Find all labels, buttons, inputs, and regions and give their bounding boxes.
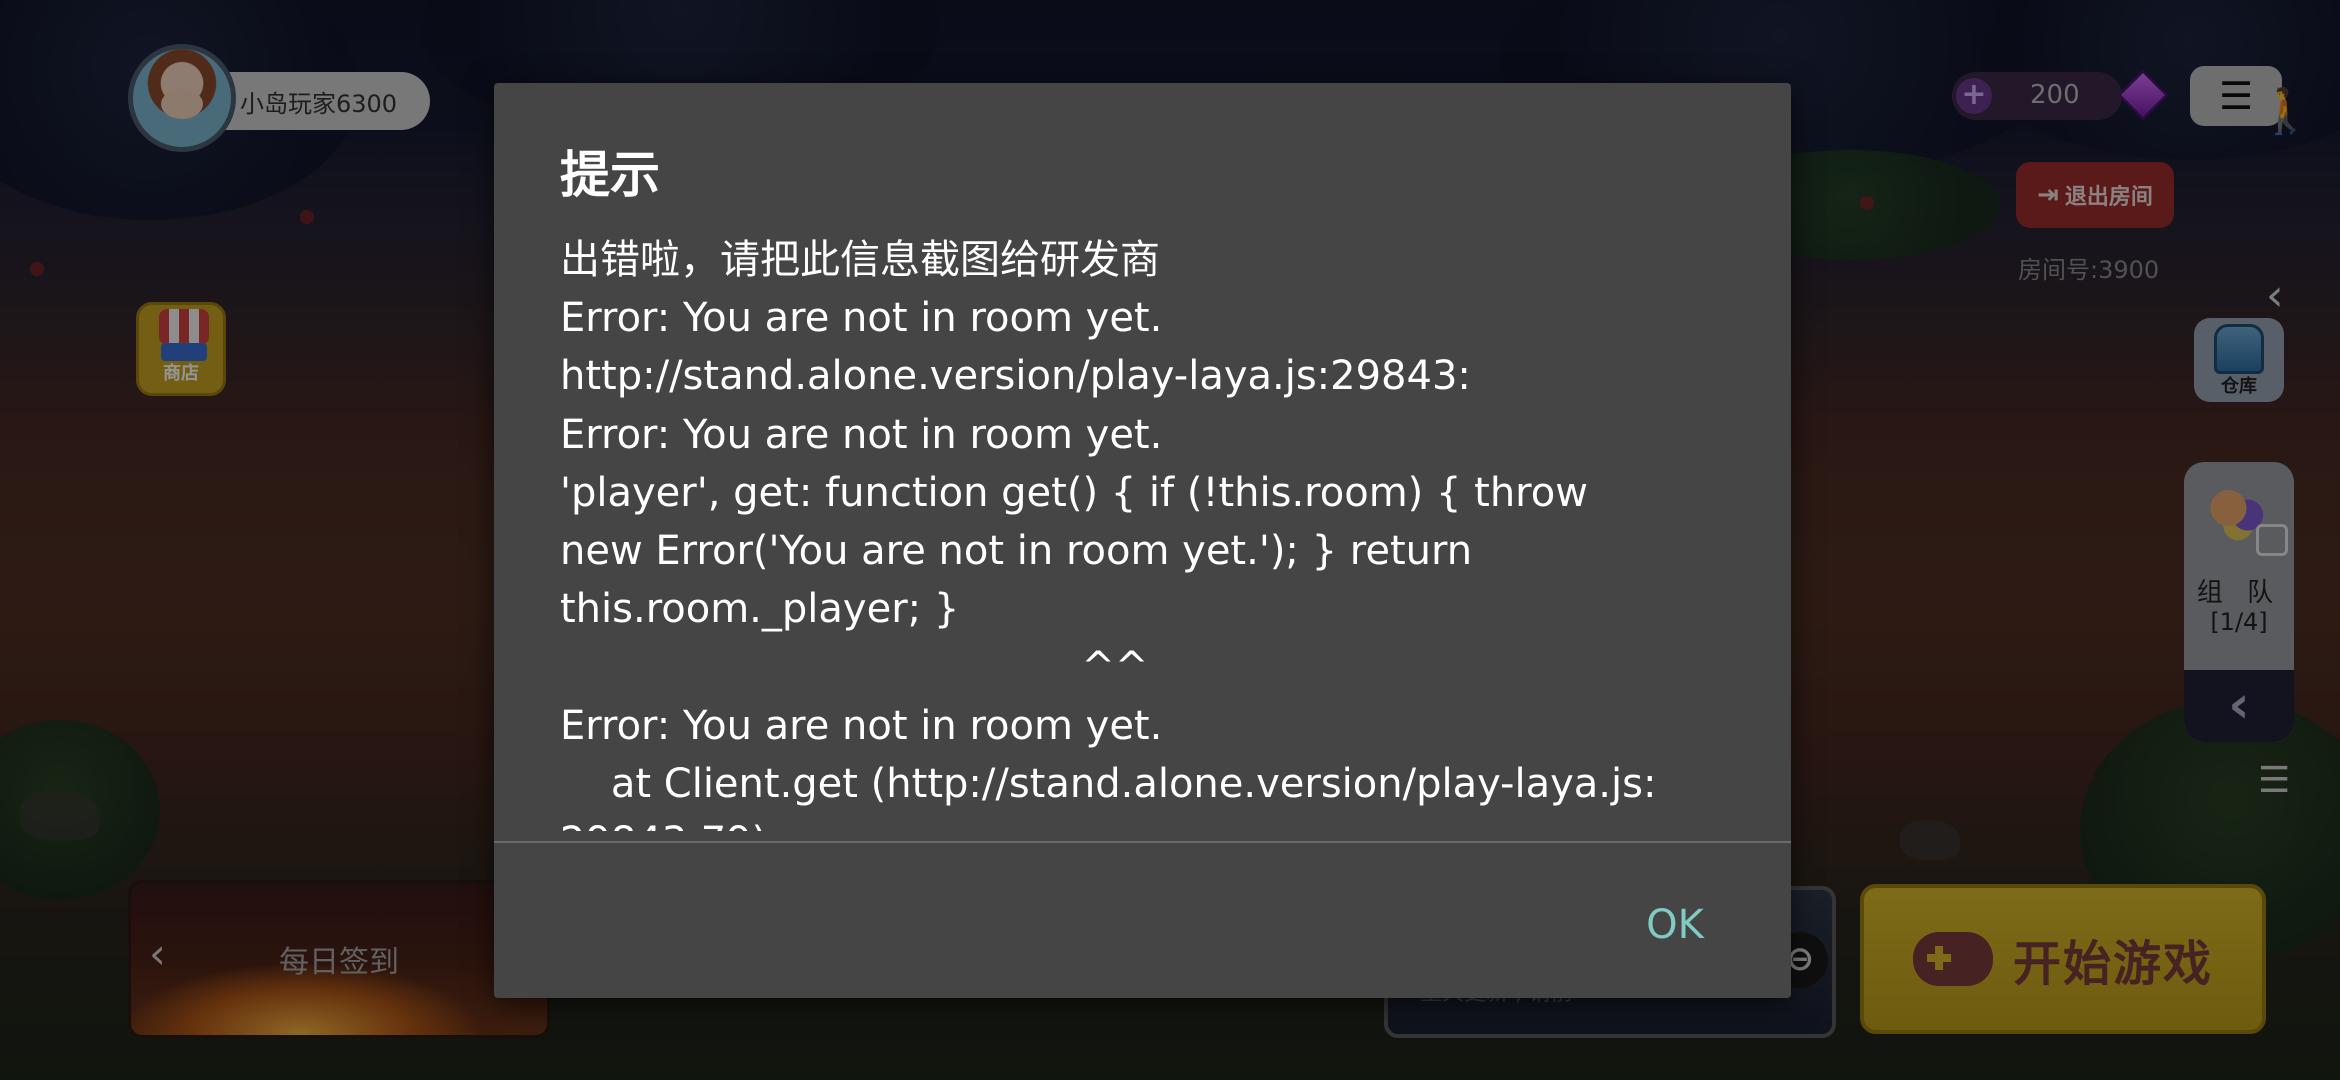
- dialog-message[interactable]: 出错啦，请把此信息截图给研发商 Error: You are not in ro…: [560, 231, 1740, 831]
- dialog-title: 提示: [560, 146, 660, 204]
- ok-button[interactable]: OK: [1630, 895, 1720, 955]
- dialog-divider: [494, 841, 1791, 843]
- error-dialog: 提示 出错啦，请把此信息截图给研发商 Error: You are not in…: [494, 83, 1791, 998]
